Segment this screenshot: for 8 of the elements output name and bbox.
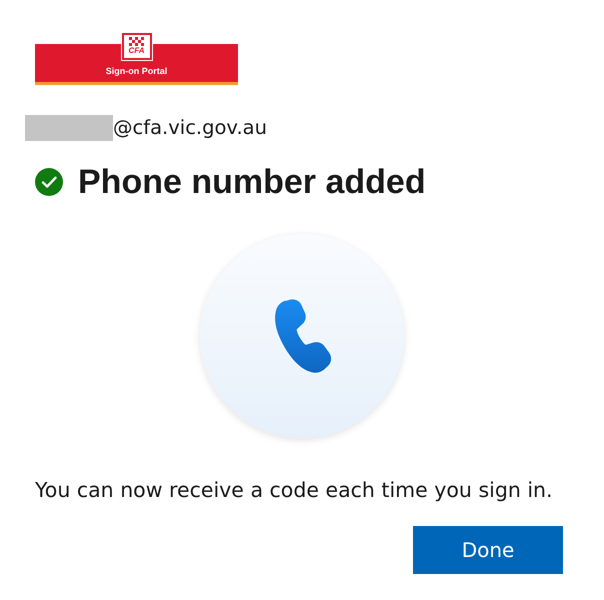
phone-icon — [273, 299, 331, 373]
checkered-flag-icon — [129, 37, 144, 46]
done-button[interactable]: Done — [413, 526, 563, 574]
page-title: Phone number added — [78, 162, 426, 202]
message-text: You can now receive a code each time you sign in. — [35, 478, 554, 502]
logo-caption: Sign-on Portal — [106, 66, 168, 76]
logo-emblem-text: CFA — [128, 47, 144, 55]
account-email: @cfa.vic.gov.au — [113, 116, 267, 140]
